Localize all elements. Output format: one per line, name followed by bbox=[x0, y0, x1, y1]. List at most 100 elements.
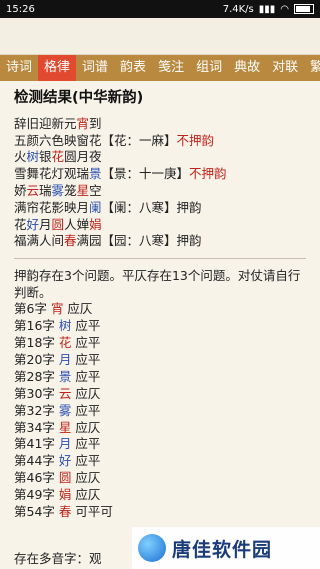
tab-0[interactable]: 诗词 bbox=[0, 55, 38, 81]
char-issue-row: 第6字 宵 应仄 bbox=[14, 301, 306, 318]
char-glyph: 宵 bbox=[50, 301, 64, 317]
poem-line: 花好月圆人婵娟 bbox=[14, 217, 306, 234]
summary-text: 押韵存在3个问题。平仄存在13个问题。对仗请自行判断。 bbox=[14, 268, 301, 301]
poem-line: 福满人间春满园【园：八寒】押韵 bbox=[14, 233, 306, 250]
char-position: 第34字 bbox=[14, 419, 59, 435]
tab-3[interactable]: 韵表 bbox=[114, 55, 152, 81]
poem-line: 满帘花影映月阑【阑：八寒】押韵 bbox=[14, 200, 306, 217]
result-title: 检测结果(中华新韵) bbox=[14, 90, 144, 106]
poem-segment: 满园【园：八寒】押韵 bbox=[76, 233, 202, 249]
char-glyph: 春 bbox=[58, 504, 72, 520]
poem-line: 娇云瑞雾笼星空 bbox=[14, 183, 306, 200]
char-requirement: 应仄 bbox=[71, 385, 101, 401]
poem-segment: 圆 bbox=[51, 216, 65, 232]
poem-segment: 花 bbox=[51, 149, 65, 165]
status-icons: 7.4K/s ▮▮▮ ◠ bbox=[223, 4, 314, 15]
poem-segment: 娟 bbox=[89, 216, 102, 232]
poem-line: 火树银花圆月夜 bbox=[14, 149, 306, 166]
poem-line: 五颜六色映窗花【花：一麻】不押韵 bbox=[14, 133, 306, 150]
char-requirement: 应仄 bbox=[71, 419, 101, 435]
poem-segment: 【景：十一庚】 bbox=[101, 166, 190, 182]
poem-segment: 娇 bbox=[14, 182, 27, 198]
char-glyph: 月 bbox=[58, 436, 72, 452]
poem-segment: 五颜六色映窗花【花：一麻】 bbox=[14, 132, 177, 148]
battery-icon bbox=[294, 4, 314, 14]
char-position: 第16字 bbox=[14, 318, 59, 334]
char-glyph: 景 bbox=[58, 368, 72, 384]
char-issue-row: 第49字 娟 应仄 bbox=[14, 487, 306, 504]
char-glyph: 树 bbox=[58, 318, 72, 334]
poem-segment: 不押韵 bbox=[176, 132, 215, 148]
tab-7[interactable]: 对联 bbox=[266, 55, 304, 81]
poem-segment: 福满人间 bbox=[14, 233, 65, 249]
char-requirement: 应仄 bbox=[63, 301, 93, 317]
char-requirement: 应平 bbox=[71, 368, 101, 384]
poem-segment: 春 bbox=[64, 233, 77, 249]
char-issue-row: 第30字 云 应仄 bbox=[14, 386, 306, 403]
tab-5[interactable]: 组词 bbox=[190, 55, 228, 81]
poem-line: 辞旧迎新元宵到 bbox=[14, 116, 306, 133]
tab-bar: 诗词格律词谱韵表笺注组词典故对联繁简 bbox=[0, 55, 320, 81]
poem-segment: 【阑：八寒】押韵 bbox=[101, 199, 202, 215]
tab-1[interactable]: 格律 bbox=[38, 55, 77, 81]
poem-segment: 雪舞花灯观瑞 bbox=[14, 166, 90, 182]
watermark-logo-icon bbox=[138, 534, 166, 562]
char-issue-row: 第44字 好 应平 bbox=[14, 453, 306, 470]
char-position: 第30字 bbox=[14, 385, 59, 401]
char-glyph: 圆 bbox=[58, 470, 72, 486]
char-requirement: 应平 bbox=[71, 318, 101, 334]
char-issue-row: 第32字 雾 应平 bbox=[14, 403, 306, 420]
poem-segment: 到 bbox=[89, 115, 102, 131]
poem-segment: 宵 bbox=[76, 115, 90, 131]
tab-2[interactable]: 词谱 bbox=[76, 55, 114, 81]
char-requirement: 应平 bbox=[71, 351, 101, 367]
tab-8[interactable]: 繁简 bbox=[304, 55, 320, 81]
char-glyph: 好 bbox=[58, 453, 72, 469]
char-position: 第6字 bbox=[14, 301, 51, 317]
wifi-icon: ◠ bbox=[280, 3, 289, 15]
poem-segment: 云 bbox=[26, 182, 40, 198]
char-issue-row: 第46字 圆 应仄 bbox=[14, 470, 306, 487]
char-issue-list: 第6字 宵 应仄 第16字 树 应平 第18字 花 应平 第20字 月 应平 第28字 … bbox=[14, 301, 306, 521]
main-content: 检测结果(中华新韵) 辞旧迎新元宵到 五颜六色映窗花【花：一麻】不押韵 火树银花圆月… bbox=[0, 81, 320, 521]
poem-segment: 树 bbox=[26, 149, 40, 165]
poem-segment: 星 bbox=[76, 182, 90, 198]
tab-4[interactable]: 笺注 bbox=[152, 55, 190, 81]
char-glyph: 云 bbox=[58, 385, 72, 401]
char-position: 第20字 bbox=[14, 351, 59, 367]
poem-segment: 圆月夜 bbox=[64, 149, 102, 165]
status-bar: 15:26 7.4K/s ▮▮▮ ◠ bbox=[0, 0, 320, 18]
char-glyph: 月 bbox=[58, 351, 72, 367]
char-requirement: 应平 bbox=[71, 436, 101, 452]
char-requirement: 应仄 bbox=[71, 470, 101, 486]
char-issue-row: 第41字 月 应平 bbox=[14, 436, 306, 453]
poem-segment: 雾 bbox=[51, 182, 65, 198]
poem-segment: 人婵 bbox=[64, 216, 90, 232]
poem-segment: 银 bbox=[39, 149, 52, 165]
poem-segment: 瑞 bbox=[39, 182, 52, 198]
char-glyph: 娟 bbox=[58, 487, 72, 503]
poem-lines: 辞旧迎新元宵到 五颜六色映窗花【花：一麻】不押韵 火树银花圆月夜 雪舞花灯观瑞景【景：… bbox=[14, 116, 306, 250]
char-issue-row: 第34字 星 应仄 bbox=[14, 420, 306, 437]
tab-6[interactable]: 典故 bbox=[228, 55, 266, 81]
poem-line: 雪舞花灯观瑞景【景：十一庚】不押韵 bbox=[14, 166, 306, 183]
char-issue-row: 第54字 春 可平可 bbox=[14, 504, 306, 521]
poem-segment: 好 bbox=[26, 216, 40, 232]
char-issue-row: 第28字 景 应平 bbox=[14, 369, 306, 386]
app-bar bbox=[0, 18, 320, 55]
multi-sound-text: 存在多音字：观 bbox=[14, 551, 102, 566]
poem-segment: 空 bbox=[89, 182, 102, 198]
char-issue-row: 第20字 月 应平 bbox=[14, 352, 306, 369]
char-issue-row: 第18字 花 应平 bbox=[14, 335, 306, 352]
char-position: 第32字 bbox=[14, 402, 59, 418]
poem-segment: 景 bbox=[89, 166, 102, 182]
poem-segment: 火 bbox=[14, 149, 27, 165]
char-glyph: 花 bbox=[58, 334, 72, 350]
char-requirement: 应平 bbox=[71, 453, 101, 469]
signal-icon: ▮▮▮ bbox=[258, 3, 276, 15]
poem-segment: 阑 bbox=[89, 199, 102, 215]
divider bbox=[14, 258, 306, 260]
poem-segment: 满帘花影映月 bbox=[14, 199, 90, 215]
poem-segment: 花 bbox=[14, 216, 27, 232]
char-glyph: 星 bbox=[58, 419, 72, 435]
